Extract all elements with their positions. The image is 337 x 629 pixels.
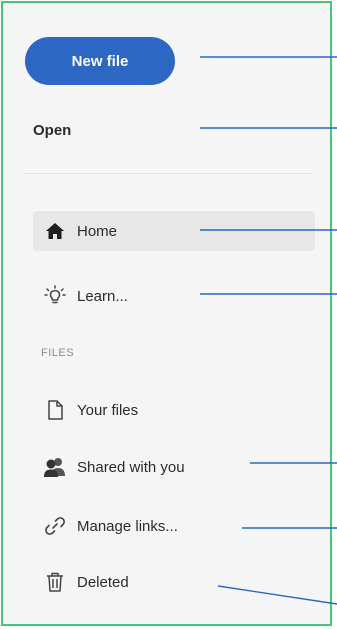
link-icon [43,514,67,538]
sidebar-item-shared-with-you[interactable]: Shared with you [33,447,315,487]
sidebar-panel: New file Open Home Learn... FILES Your f… [3,3,330,624]
sidebar-frame: New file Open Home Learn... FILES Your f… [1,1,332,626]
document-icon [43,398,67,422]
divider [25,173,313,174]
sidebar-item-home[interactable]: Home [33,211,315,251]
sidebar-item-your-files[interactable]: Your files [33,390,315,430]
home-icon [43,219,67,243]
sidebar-item-label: Your files [77,401,139,419]
trash-icon [43,570,67,594]
sidebar-item-label: Manage links... [77,517,178,535]
sidebar-item-learn[interactable]: Learn... [33,276,315,316]
sidebar-item-label: Deleted [77,573,129,591]
sidebar-item-label: Learn... [77,287,128,305]
lightbulb-icon [43,284,67,308]
section-header-files: FILES [41,347,75,359]
new-file-button[interactable]: New file [25,37,175,85]
sidebar-item-manage-links[interactable]: Manage links... [33,506,315,546]
sidebar-item-deleted[interactable]: Deleted [33,562,315,602]
sidebar-item-label: Home [77,222,118,240]
sidebar-item-label: Shared with you [77,458,185,476]
users-icon [43,455,67,479]
open-link[interactable]: Open [33,117,71,145]
